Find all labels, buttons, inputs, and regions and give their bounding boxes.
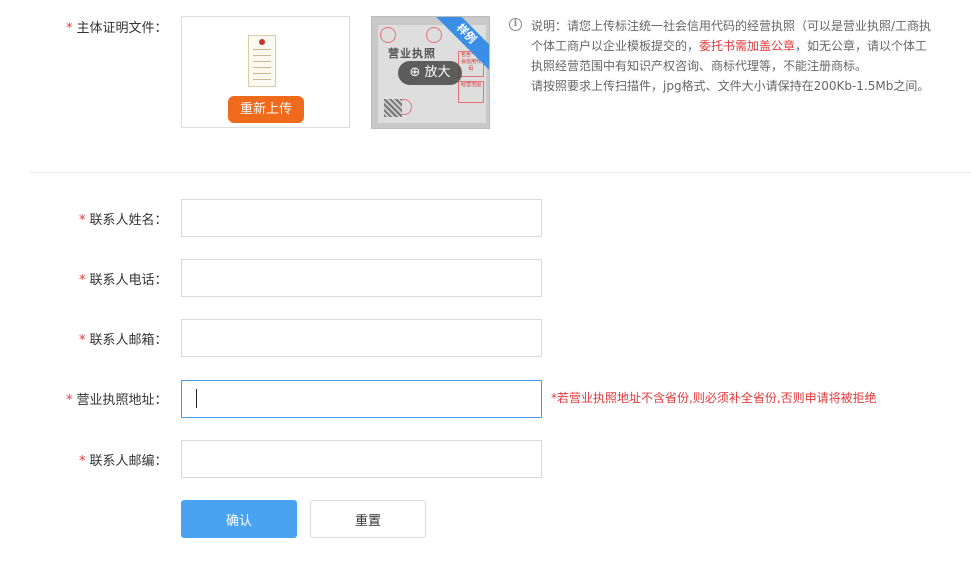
subject-doc-label: * 主体证明文件： <box>66 21 168 36</box>
contact-name-label: * 联系人姓名： <box>79 213 168 228</box>
license-address-input[interactable] <box>181 380 542 418</box>
license-address-label: * 营业执照地址： <box>66 393 168 408</box>
address-warning: *若营业执照地址不含省份,则必须补全省份,否则申请将被拒绝 <box>551 391 877 405</box>
contact-email-label: * 联系人邮箱： <box>79 333 168 348</box>
upload-instructions: 说明：请您上传标注统一社会信用代码的经营执照（可以是营业执照/工商执 个体工商户… <box>531 19 932 93</box>
confirm-button[interactable]: 确认 <box>181 500 297 538</box>
text-caret <box>196 389 197 408</box>
contact-name-input[interactable] <box>181 199 542 237</box>
contact-email-input[interactable] <box>181 319 542 357</box>
uploaded-document-thumbnail <box>248 35 276 87</box>
zoom-button[interactable]: ⊕ 放大 <box>398 61 462 85</box>
zoom-in-icon: ⊕ <box>409 65 421 80</box>
highlight-seal-required: 委托书需加盖公章 <box>699 39 796 53</box>
section-divider <box>29 172 971 173</box>
sample-note-box-2: 经营范围 <box>458 81 484 103</box>
form-page: * 主体证明文件： 重新上传 营业执照 包含一社会信用代码 经营范围 样例 ⊕ 放… <box>0 0 971 570</box>
reset-button[interactable]: 重置 <box>310 500 426 538</box>
info-circle-icon: i <box>509 18 522 31</box>
qr-code <box>384 99 402 117</box>
contact-phone-label: * 联系人电话： <box>79 273 168 288</box>
sample-license-image[interactable]: 营业执照 包含一社会信用代码 经营范围 样例 ⊕ 放大 <box>371 16 490 129</box>
sample-title: 营业执照 <box>388 47 436 60</box>
contact-zip-label: * 联系人邮编： <box>79 454 168 469</box>
upload-box[interactable]: 重新上传 <box>181 16 350 128</box>
contact-zip-input[interactable] <box>181 440 542 478</box>
reupload-button[interactable]: 重新上传 <box>228 96 304 123</box>
required-mark: * <box>66 21 73 36</box>
contact-phone-input[interactable] <box>181 259 542 297</box>
